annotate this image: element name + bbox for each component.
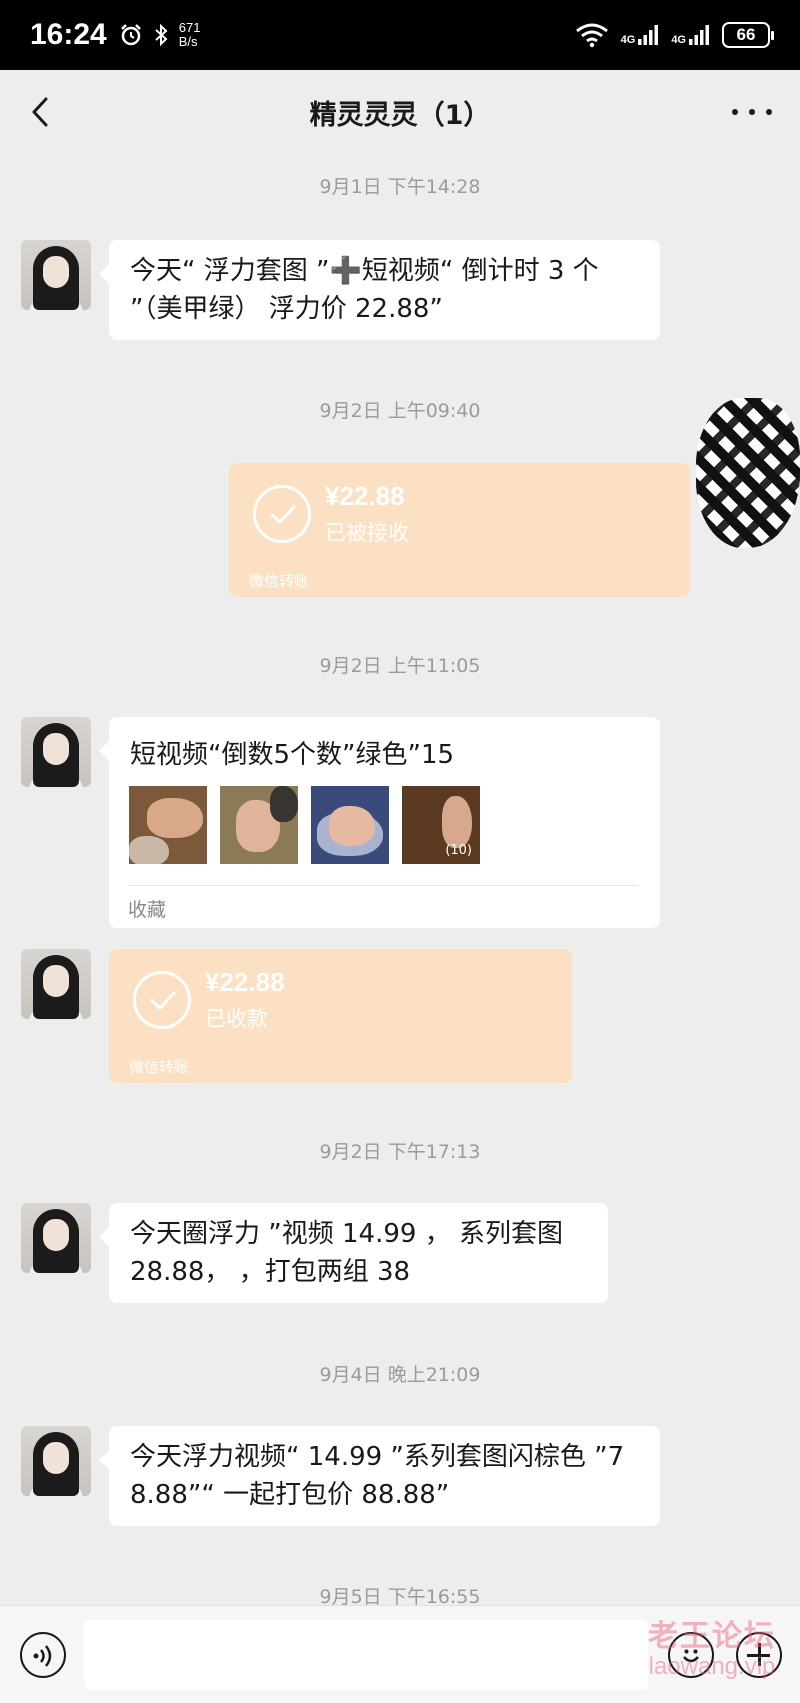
message-timestamp: 9月2日 上午11:05 — [319, 655, 481, 677]
contact-avatar[interactable] — [21, 240, 91, 310]
check-circle-icon — [133, 971, 191, 1029]
check-circle-icon — [253, 485, 311, 543]
chat-title: 精灵灵灵（1） — [309, 99, 491, 131]
favorites-footer: 收藏 — [128, 899, 167, 921]
signal-bars-icon — [638, 25, 659, 45]
transfer-amount: ¥22.88 — [205, 967, 285, 997]
contact-avatar[interactable] — [21, 1426, 91, 1496]
message-timestamp: 9月4日 晚上21:09 — [319, 1364, 481, 1386]
message-timestamp: 9月2日 上午09:40 — [319, 400, 481, 422]
message-text: 今天圈浮力 ”视频 14.99 ， 系列套图 28.88， ，打包两组 38 — [130, 1219, 563, 1287]
battery-icon: 66 — [722, 22, 774, 48]
status-right-icons: 4G 4G 66 — [575, 22, 774, 48]
net-speed: 671 B/s — [178, 20, 201, 49]
transfer-source: 微信转账 — [249, 572, 310, 590]
message-input[interactable] — [84, 1620, 648, 1690]
message-text: 今天浮力视频“ 14.99 ”系列套图闪棕色 ”78.88”“ 一起打包价 88… — [130, 1442, 625, 1510]
status-left-icons: 671 B/s — [119, 20, 201, 49]
message-bubble[interactable]: 今天浮力视频“ 14.99 ”系列套图闪棕色 ”78.88”“ 一起打包价 88… — [99, 1426, 660, 1526]
chat-header: 精灵灵灵（1） — [0, 70, 800, 154]
more-images-count: (10) — [445, 843, 472, 858]
message-timestamp: 9月1日 下午14:28 — [319, 176, 481, 198]
status-time: 16:24 — [30, 18, 107, 51]
favorites-title: 短视频“倒数5个数”绿色”15 — [130, 740, 455, 770]
transfer-source: 微信转账 — [129, 1058, 190, 1076]
voice-icon — [33, 1645, 52, 1667]
bluetooth-icon — [155, 23, 168, 47]
voice-input-button[interactable] — [20, 1632, 66, 1678]
thumbnail-image[interactable] — [311, 786, 389, 864]
message-timestamp: 9月2日 下午17:13 — [319, 1141, 481, 1163]
transfer-status: 已收款 — [205, 1007, 268, 1031]
favorites-card[interactable]: 短视频“倒数5个数”绿色”15 (10) 收藏 — [99, 717, 660, 928]
transfer-amount: ¥22.88 — [325, 481, 405, 511]
wifi-icon — [575, 23, 608, 48]
thumbnail-image[interactable] — [220, 786, 298, 864]
divider — [128, 885, 638, 886]
signal-2: 4G — [671, 24, 710, 46]
contact-avatar[interactable] — [21, 717, 91, 787]
alarm-icon — [120, 24, 141, 46]
message-text: 今天“ 浮力套图 ”➕短视频“ 倒计时 3 个 ”（美甲绿） 浮力价 22.88… — [130, 256, 599, 324]
watermark: 老王论坛 laowang.vip — [648, 1619, 776, 1681]
more-options-icon[interactable] — [732, 98, 772, 126]
back-arrow-icon[interactable] — [24, 94, 60, 130]
contact-avatar[interactable] — [21, 1203, 91, 1273]
message-bubble[interactable]: 今天圈浮力 ”视频 14.99 ， 系列套图 28.88， ，打包两组 38 — [99, 1203, 608, 1303]
my-avatar[interactable] — [696, 398, 800, 548]
signal-1: 4G — [621, 24, 660, 46]
thumbnail-image[interactable] — [129, 786, 207, 864]
transfer-status: 已被接收 — [325, 521, 409, 545]
transfer-card-received[interactable]: ¥22.88 已收款 微信转账 — [109, 949, 572, 1083]
thumbnail-image[interactable]: (10) — [402, 786, 480, 864]
status-bar: 16:24 671 B/s 4G 4G 66 — [0, 0, 800, 70]
transfer-card-sent[interactable]: ¥22.88 已被接收 微信转账 — [229, 463, 690, 597]
contact-avatar[interactable] — [21, 949, 91, 1019]
signal-bars-icon — [689, 25, 709, 45]
message-bubble[interactable]: 今天“ 浮力套图 ”➕短视频“ 倒计时 3 个 ”（美甲绿） 浮力价 22.88… — [99, 240, 660, 340]
